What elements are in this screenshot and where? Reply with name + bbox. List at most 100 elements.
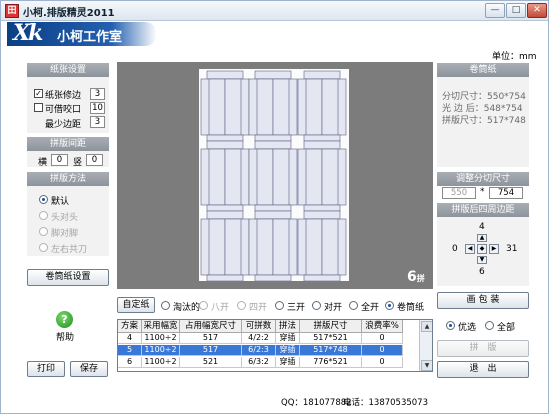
format-radio-0[interactable] xyxy=(161,301,170,310)
column-header[interactable]: 浪费率% xyxy=(362,320,403,333)
box-face xyxy=(272,148,290,206)
box-face xyxy=(305,78,323,136)
box-face xyxy=(208,78,226,136)
nudge-up-icon[interactable]: ▲ xyxy=(477,234,487,242)
main-window: 田 小柯.排版精灵2011 — □ ✕ Xk 小柯工作室 单位：mm 纸张设置 … xyxy=(0,0,549,414)
box-bottom-flap xyxy=(254,274,292,282)
bite-input[interactable]: 10 xyxy=(90,102,105,114)
format-label-4: 对开 xyxy=(324,303,343,313)
table-scrollbar[interactable]: ▲ ▼ xyxy=(419,320,432,371)
column-header[interactable]: 拼法 xyxy=(276,320,300,333)
impose-button[interactable]: 拼 版 xyxy=(437,340,529,357)
exit-button[interactable]: 退 出 xyxy=(437,361,529,378)
box-face xyxy=(305,218,323,276)
adjust-width-input[interactable]: 550 xyxy=(442,187,476,199)
roll-settings-button[interactable]: 卷筒纸设置 xyxy=(27,269,109,286)
box-top-flap xyxy=(206,210,244,220)
trim-checkbox[interactable]: ✓ xyxy=(34,89,43,98)
status-qq: QQ：181077882 xyxy=(281,398,352,408)
table-cell: 517 xyxy=(180,333,242,344)
help-label[interactable]: 帮助 xyxy=(56,330,74,343)
table-cell: 517*748 xyxy=(300,345,362,356)
format-radio-6[interactable] xyxy=(385,301,394,310)
help-icon[interactable]: ? xyxy=(56,311,73,328)
table-cell: 1100÷2 xyxy=(142,357,180,368)
column-header[interactable]: 占用幅宽尺寸 xyxy=(180,320,242,333)
box-face xyxy=(321,218,339,276)
table-cell: 6 xyxy=(118,357,142,368)
table-cell: 6/3:2 xyxy=(242,357,276,368)
table-header: 方案 采用幅宽 占用幅宽尺寸 可拼数 拼法 拼版尺寸 浪费率% xyxy=(118,320,419,333)
nudge-right-icon[interactable]: ▶ xyxy=(489,244,499,254)
min-margin-label: 最少边距 xyxy=(45,120,82,130)
margin-bottom-value: 6 xyxy=(479,267,485,277)
brand-logo: Xk 小柯工作室 xyxy=(7,20,157,46)
table-cell: 穿插 xyxy=(276,357,300,368)
box-face xyxy=(256,218,274,276)
method-radio-foot-to-foot[interactable] xyxy=(39,227,48,236)
title-bar: 田 小柯.排版精灵2011 — □ ✕ xyxy=(1,1,548,21)
box-bottom-flap xyxy=(303,274,341,282)
column-header[interactable]: 采用幅宽 xyxy=(142,320,180,333)
roll-header: 卷筒纸 xyxy=(437,63,529,77)
optimal-radio[interactable] xyxy=(446,321,455,330)
nudge-left-icon[interactable]: ◀ xyxy=(465,244,475,254)
box-top-flap xyxy=(303,140,341,150)
minimize-button[interactable]: — xyxy=(485,3,505,18)
box-top-flap xyxy=(303,70,341,80)
save-button[interactable]: 保存 xyxy=(70,361,108,377)
scroll-down-icon[interactable]: ▼ xyxy=(421,360,432,371)
method-label-shared-knife: 左右共刀 xyxy=(51,245,88,255)
adjust-height-input[interactable]: 754 xyxy=(489,187,523,199)
table-row[interactable]: 4 1100÷2 517 4/2:2 穿插 517*521 0 xyxy=(118,333,419,344)
paper-sheet xyxy=(199,69,349,282)
table-row[interactable]: 5 1100÷2 517 6/2:3 穿插 517*748 0 xyxy=(118,345,419,356)
custom-paper-button[interactable]: 自定纸 xyxy=(117,297,155,313)
close-button[interactable]: ✕ xyxy=(527,3,547,18)
spacing-h-input[interactable]: 0 xyxy=(51,154,68,166)
nudge-center-icon[interactable]: ◆ xyxy=(477,244,487,254)
margin-right-value: 31 xyxy=(506,244,518,254)
method-label-head-to-head: 头对头 xyxy=(51,213,79,223)
box-top-flap xyxy=(206,70,244,80)
format-radio-5[interactable] xyxy=(349,301,358,310)
table-cell: 521 xyxy=(180,357,242,368)
dieline-layout xyxy=(200,70,347,282)
box-face xyxy=(224,148,242,206)
adjust-separator: * xyxy=(480,187,485,197)
print-button[interactable]: 打印 xyxy=(27,361,65,377)
column-header[interactable]: 方案 xyxy=(118,320,142,333)
method-radio-shared-knife[interactable] xyxy=(39,243,48,252)
table-cell: 517*521 xyxy=(300,333,362,344)
spacing-header: 拼版间距 xyxy=(27,137,109,151)
nudge-down-icon[interactable]: ▼ xyxy=(477,256,487,264)
format-radio-3[interactable] xyxy=(275,301,284,310)
draw-package-button[interactable]: 画 包 装 xyxy=(437,292,529,309)
min-margin-input[interactable]: 3 xyxy=(90,116,105,128)
table-cell: 776*521 xyxy=(300,357,362,368)
spacing-v-input[interactable]: 0 xyxy=(86,154,103,166)
column-header[interactable]: 可拼数 xyxy=(242,320,276,333)
all-radio[interactable] xyxy=(485,321,494,330)
format-radio-1[interactable] xyxy=(199,301,208,310)
format-radio-4[interactable] xyxy=(312,301,321,310)
table-row[interactable]: 6 1100÷2 521 6/3:2 穿插 776*521 0 xyxy=(118,357,419,368)
method-label-foot-to-foot: 脚对脚 xyxy=(51,229,79,239)
trim-input[interactable]: 3 xyxy=(90,88,105,100)
scroll-up-icon[interactable]: ▲ xyxy=(421,321,432,332)
box-face xyxy=(272,78,290,136)
column-header[interactable]: 拼版尺寸 xyxy=(300,320,362,333)
method-label-default: 默认 xyxy=(51,197,70,207)
status-phone: 电话：13870535073 xyxy=(343,398,428,408)
format-label-6: 卷筒纸 xyxy=(397,303,425,313)
brand-mark: Xk xyxy=(13,20,43,46)
layout-preview: 6拼 xyxy=(117,62,433,289)
method-radio-default[interactable] xyxy=(39,195,48,204)
margins-header: 拼版后四周边距 xyxy=(437,203,529,217)
bite-checkbox[interactable] xyxy=(34,103,43,112)
box-bottom-flap xyxy=(254,204,292,212)
maximize-button[interactable]: □ xyxy=(506,3,526,18)
window-title: 小柯.排版精灵2011 xyxy=(23,8,115,19)
method-radio-head-to-head[interactable] xyxy=(39,211,48,220)
format-radio-2[interactable] xyxy=(237,301,246,310)
